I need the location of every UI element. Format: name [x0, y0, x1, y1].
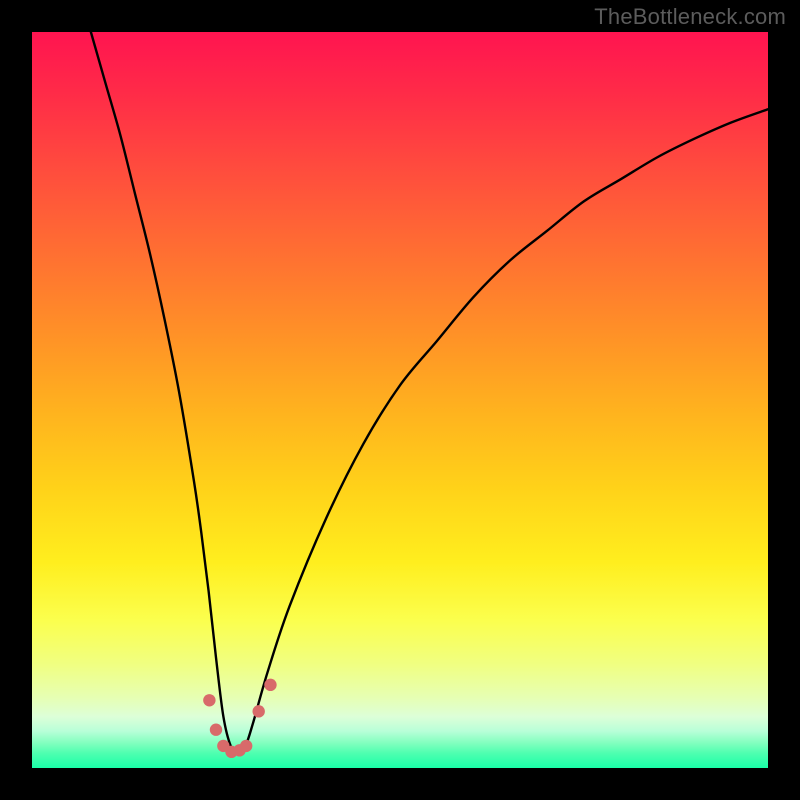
threshold-marker: [264, 679, 276, 691]
threshold-marker: [203, 694, 215, 706]
chart-plot-area: [32, 32, 768, 768]
threshold-marker: [210, 724, 222, 736]
bottleneck-curve-path: [91, 32, 768, 753]
threshold-marker-group: [203, 679, 276, 758]
watermark-text: TheBottleneck.com: [594, 4, 786, 30]
threshold-marker: [240, 740, 252, 752]
threshold-marker: [252, 705, 264, 717]
bottleneck-curve-svg: [32, 32, 768, 768]
